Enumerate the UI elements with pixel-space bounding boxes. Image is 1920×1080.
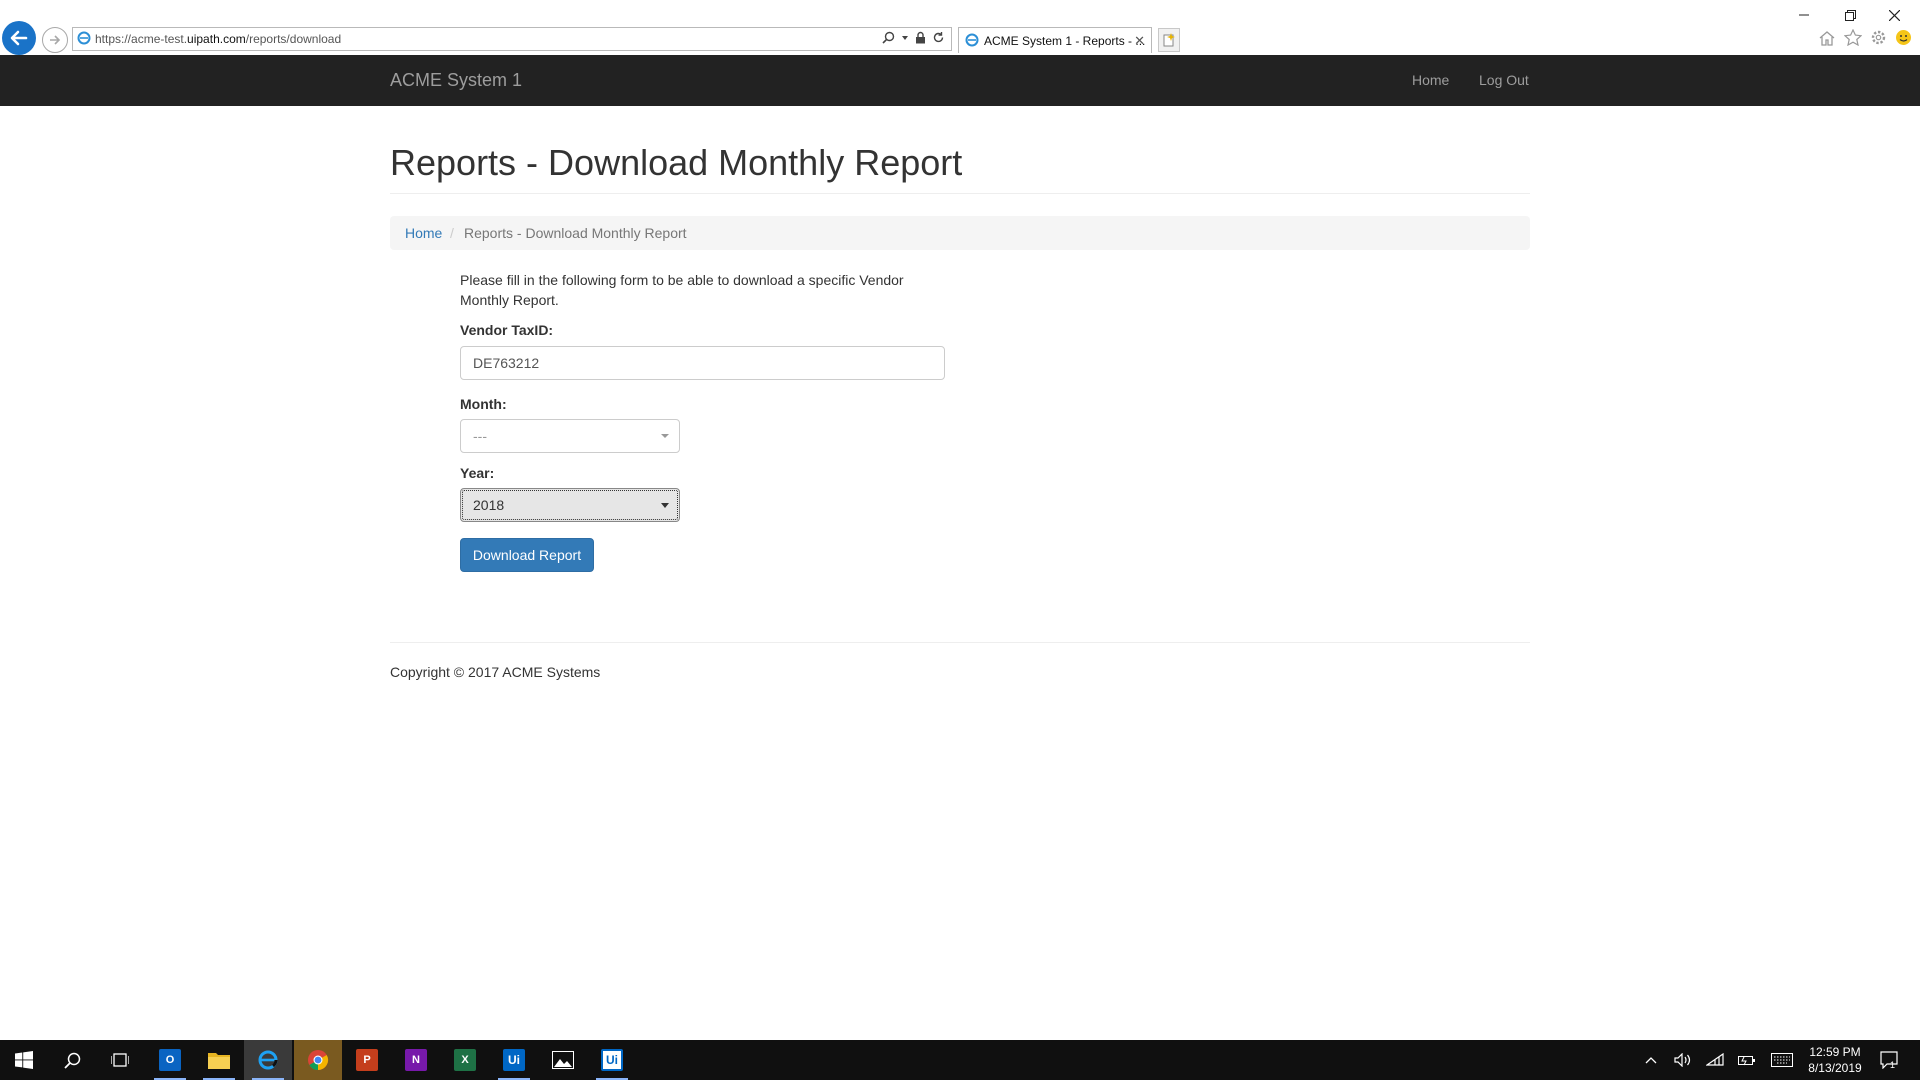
taskbar-app-powerpoint[interactable]: P <box>343 1040 391 1080</box>
form-intro-text: Please fill in the following form to be … <box>460 272 904 308</box>
restore-button[interactable] <box>1830 4 1870 26</box>
uipath-studio-icon: Ui <box>503 1049 525 1071</box>
dropdown-arrow-icon[interactable] <box>901 34 909 42</box>
year-label: Year: <box>460 465 495 481</box>
onenote-icon: N <box>405 1049 427 1071</box>
close-icon <box>1888 9 1900 21</box>
search-icon <box>63 1052 80 1069</box>
excel-icon: X <box>454 1049 476 1071</box>
outlook-icon: O <box>159 1049 181 1071</box>
restore-icon <box>1844 9 1856 21</box>
address-bar[interactable]: https://acme-test.uipath.com/reports/dow… <box>72 27 952 51</box>
taskbar-app-file-explorer[interactable] <box>195 1040 243 1080</box>
chrome-icon <box>308 1050 329 1071</box>
page-title: Reports - Download Monthly Report <box>390 142 963 183</box>
new-tab-icon <box>1163 33 1175 47</box>
footer-copyright: Copyright © 2017 ACME Systems <box>390 664 601 680</box>
refresh-icon[interactable] <box>932 31 945 44</box>
nav-home-link[interactable]: Home <box>1412 72 1449 88</box>
wifi-icon <box>1706 1053 1724 1066</box>
nav-logout-link[interactable]: Log Out <box>1479 72 1529 88</box>
close-button[interactable] <box>1874 4 1914 26</box>
start-button[interactable] <box>0 1040 48 1080</box>
taskbar-app-photos[interactable] <box>539 1040 587 1080</box>
tab-title: ACME System 1 - Reports - ... <box>984 34 1146 48</box>
action-center-button[interactable]: 1 <box>1872 1040 1908 1080</box>
taskbar-app-internet-explorer[interactable] <box>244 1040 292 1080</box>
gear-icon[interactable] <box>1870 29 1887 46</box>
breadcrumb-home-link[interactable]: Home <box>405 225 442 241</box>
volume-button[interactable] <box>1670 1040 1696 1080</box>
title-divider <box>390 193 1530 194</box>
photos-icon <box>552 1051 574 1069</box>
home-icon[interactable] <box>1818 30 1836 46</box>
year-select-value: 2018 <box>473 497 505 513</box>
taskbar-app-onenote[interactable]: N <box>392 1040 440 1080</box>
new-tab-button[interactable] <box>1158 28 1180 52</box>
arrow-right-icon <box>50 35 61 45</box>
notification-count: 1 <box>1890 1060 1896 1070</box>
vendor-taxid-input[interactable] <box>460 346 945 380</box>
internet-explorer-icon <box>258 1050 278 1070</box>
taskbar-app-chrome[interactable] <box>294 1040 342 1080</box>
month-select[interactable]: --- <box>460 419 680 453</box>
uipath-robot-icon: Ui <box>601 1049 623 1071</box>
network-button[interactable] <box>1702 1040 1728 1080</box>
battery-button[interactable] <box>1734 1040 1760 1080</box>
powerpoint-icon: P <box>356 1049 378 1071</box>
show-hidden-icons-button[interactable] <box>1640 1040 1662 1080</box>
taskbar-search-button[interactable] <box>48 1040 96 1080</box>
clock-time: 12:59 PM <box>1809 1045 1861 1059</box>
chevron-up-icon <box>1645 1057 1657 1064</box>
search-icon[interactable] <box>882 31 895 44</box>
taskbar-app-uipath-studio[interactable]: Ui <box>490 1040 538 1080</box>
month-label: Month: <box>460 396 507 412</box>
footer-divider <box>390 642 1530 643</box>
address-url: https://acme-test.uipath.com/reports/dow… <box>95 32 342 46</box>
browser-tab[interactable]: ACME System 1 - Reports - ... ✕ <box>958 27 1152 53</box>
volume-icon <box>1674 1053 1691 1067</box>
browser-chrome: https://acme-test.uipath.com/reports/dow… <box>0 0 1920 55</box>
lock-icon[interactable] <box>915 31 926 44</box>
minimize-icon <box>1799 14 1809 16</box>
taskbar-app-excel[interactable]: X <box>441 1040 489 1080</box>
clock-date: 8/13/2019 <box>1808 1061 1862 1075</box>
download-report-button[interactable]: Download Report <box>460 538 594 572</box>
chevron-down-icon <box>661 434 669 438</box>
year-select[interactable]: 2018 <box>460 488 680 522</box>
vendor-taxid-label: Vendor TaxID: <box>460 322 554 338</box>
windows-taskbar: O P N X Ui Ui 12:59 PM 8/13/2019 1 <box>0 1040 1920 1080</box>
chevron-down-icon <box>661 503 669 508</box>
arrow-left-icon <box>10 30 28 46</box>
favorites-star-icon[interactable] <box>1844 29 1862 46</box>
forward-button[interactable] <box>42 27 68 53</box>
site-brand[interactable]: ACME System 1 <box>390 70 522 91</box>
taskbar-clock[interactable]: 12:59 PM 8/13/2019 <box>1800 1044 1870 1076</box>
ie-favicon-icon <box>965 33 979 47</box>
file-explorer-icon <box>208 1053 230 1069</box>
tab-close-icon[interactable]: ✕ <box>1134 33 1145 49</box>
month-select-value: --- <box>473 428 487 444</box>
ie-favicon-icon <box>77 31 91 45</box>
touch-keyboard-button[interactable] <box>1768 1040 1796 1080</box>
task-view-icon <box>111 1053 129 1067</box>
site-navbar: ACME System 1 Home Log Out <box>0 55 1920 106</box>
breadcrumb: Home / Reports - Download Monthly Report <box>390 216 1530 250</box>
task-view-button[interactable] <box>96 1040 144 1080</box>
breadcrumb-current: Reports - Download Monthly Report <box>464 225 687 241</box>
windows-logo-icon <box>15 1051 33 1069</box>
breadcrumb-separator: / <box>450 225 454 241</box>
taskbar-app-uipath-robot[interactable]: Ui <box>588 1040 636 1080</box>
battery-icon <box>1738 1056 1755 1066</box>
minimize-button[interactable] <box>1784 4 1824 26</box>
taskbar-app-outlook[interactable]: O <box>146 1040 194 1080</box>
back-button[interactable] <box>2 21 36 55</box>
browser-toolbar-right <box>1818 29 1912 46</box>
smiley-feedback-icon[interactable] <box>1895 29 1912 46</box>
keyboard-icon <box>1771 1053 1793 1067</box>
